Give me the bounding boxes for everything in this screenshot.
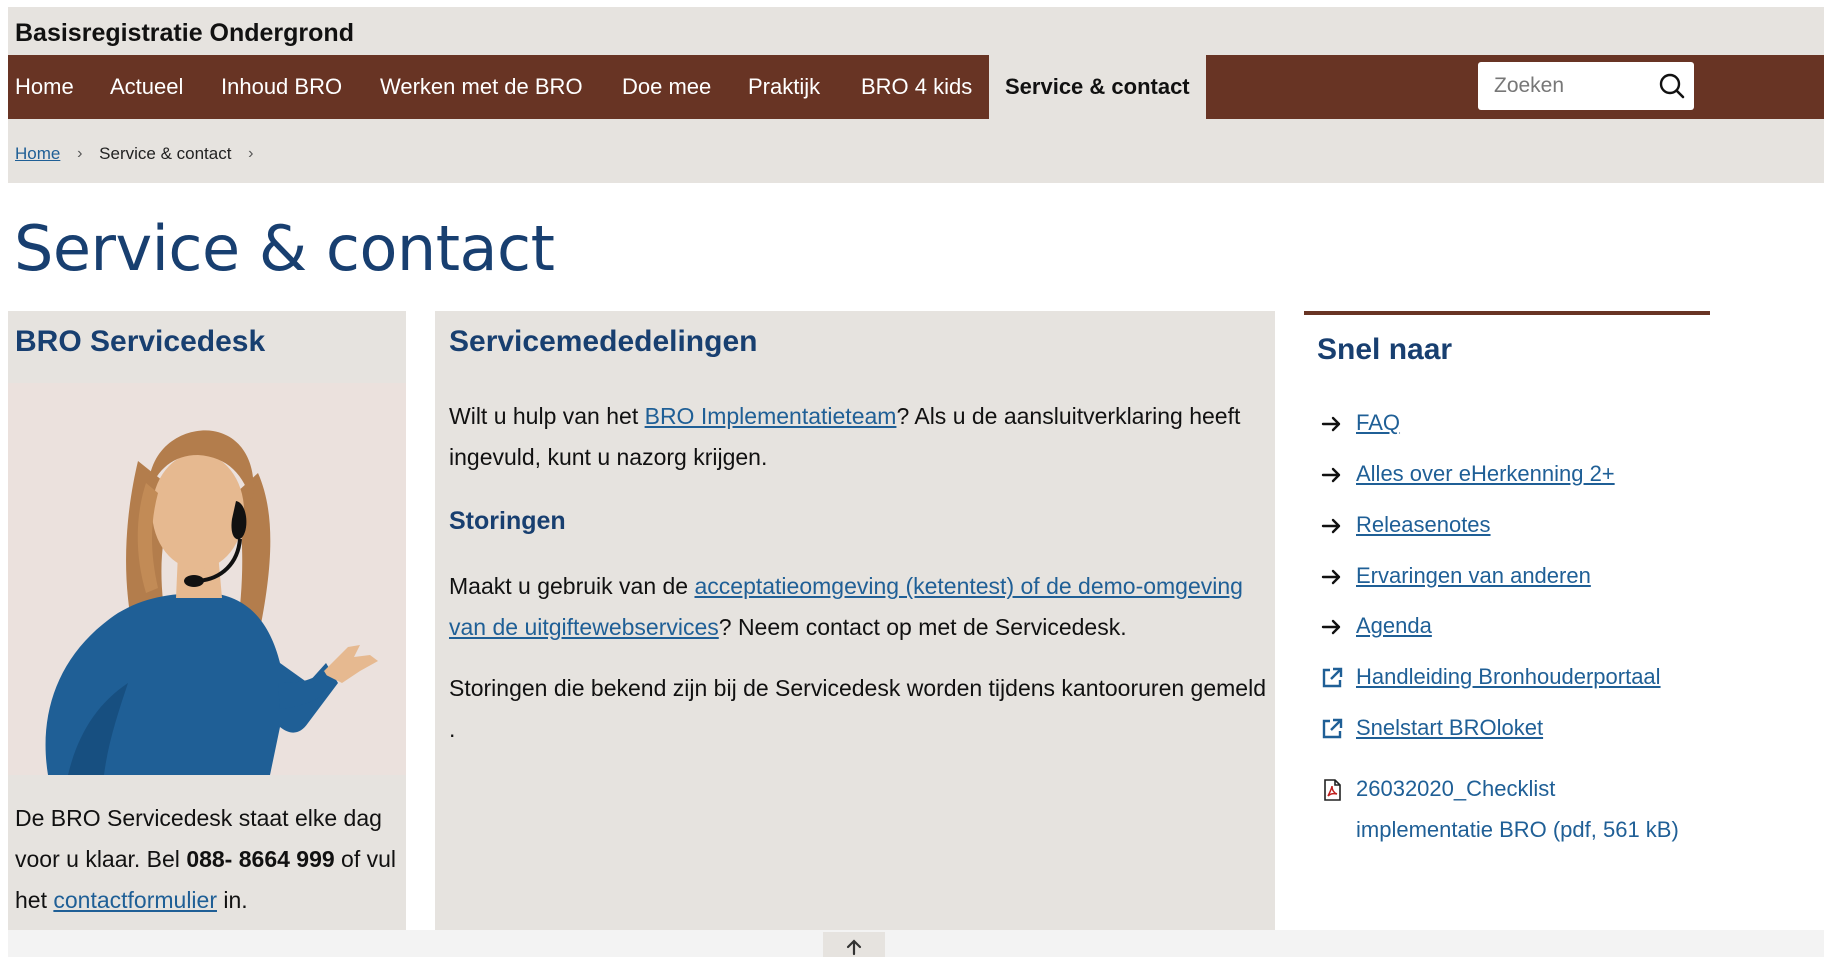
storingen-note: Storingen die bekend zijn bij de Service… [449, 675, 1266, 742]
quick-link-label[interactable]: Alles over eHerkenning 2+ [1356, 453, 1615, 494]
quick-link-label[interactable]: 26032020_Checklist implementatie BRO (pd… [1356, 768, 1696, 850]
announcement-paragraph: Wilt u hulp van het BRO Implementatietea… [449, 396, 1269, 478]
servicedesk-text-part: in. [217, 887, 248, 913]
footer-strip [8, 930, 1824, 957]
announcement-text-part: Wilt u hulp van het [449, 403, 645, 429]
breadcrumb: Home › Service & contact › [15, 143, 266, 164]
search-button[interactable] [1656, 70, 1688, 102]
chevron-right-icon: › [77, 144, 83, 162]
search-icon [1659, 73, 1685, 99]
servicedesk-illustration [8, 383, 406, 775]
servicedesk-phone: 088- 8664 999 [186, 846, 335, 872]
site-title[interactable]: Basisregistratie Ondergrond [15, 19, 354, 48]
page-title: Service & contact [14, 212, 555, 285]
storingen-paragraph: Maakt u gebruik van de acceptatieomgevin… [449, 566, 1269, 648]
servicedesk-text: De BRO Servicedesk staat elke dag voor u… [15, 798, 405, 921]
quick-link-label[interactable]: Handleiding Bronhouderportaal [1356, 656, 1661, 697]
nav-item-inhoud-bro[interactable]: Inhoud BRO [221, 55, 342, 119]
external-link-icon [1322, 718, 1343, 739]
breadcrumb-current: Service & contact [99, 143, 232, 163]
nav-item-bro-4-kids[interactable]: BRO 4 kids [861, 55, 972, 119]
nav-item-home[interactable]: Home [15, 55, 74, 119]
arrow-right-icon [1321, 467, 1341, 483]
arrow-right-icon [1321, 416, 1341, 432]
arrow-right-icon [1321, 619, 1341, 635]
site-header: Basisregistratie Ondergrond Home Actueel… [8, 7, 1824, 183]
quick-links-panel: Snel naar FAQ Alles over eHerkenning 2+ … [1304, 311, 1710, 935]
external-link-icon [1322, 667, 1343, 688]
storingen-text-part: Maakt u gebruik van de [449, 573, 695, 599]
nav-item-actueel[interactable]: Actueel [110, 55, 183, 119]
chevron-right-icon: › [248, 144, 254, 162]
servicedesk-heading: BRO Servicedesk [15, 325, 266, 358]
servicedesk-card: BRO Servicedesk De BRO Servicedesk staat… [8, 311, 406, 941]
announcements-heading: Servicemededelingen [449, 325, 758, 358]
back-to-top-button[interactable] [823, 932, 885, 957]
quick-link-label[interactable]: Agenda [1356, 605, 1432, 646]
quick-links-heading: Snel naar [1317, 333, 1453, 366]
quick-link-label[interactable]: Ervaringen van anderen [1356, 555, 1591, 596]
pdf-icon [1324, 779, 1341, 801]
nav-item-praktijk[interactable]: Praktijk [748, 55, 820, 119]
quick-link-label[interactable]: Snelstart BROloket [1356, 707, 1543, 748]
storingen-heading: Storingen [449, 507, 566, 535]
nav-item-doe-mee[interactable]: Doe mee [622, 55, 711, 119]
quick-link-label[interactable]: Releasenotes [1356, 504, 1491, 545]
implementatieteam-link[interactable]: BRO Implementatieteam [645, 403, 897, 429]
storingen-text-part: ? Neem contact op met de Servicedesk. [718, 614, 1127, 640]
search-box [1478, 62, 1694, 110]
helpdesk-agent-illustration [45, 430, 378, 775]
nav-item-werken-met-de-bro[interactable]: Werken met de BRO [380, 55, 583, 119]
arrow-right-icon [1321, 518, 1341, 534]
contactformulier-link[interactable]: contactformulier [53, 887, 217, 913]
main-nav: Home Actueel Inhoud BRO Werken met de BR… [8, 55, 1824, 119]
arrow-right-icon [1321, 569, 1341, 585]
arrow-up-icon [846, 939, 862, 956]
announcements-card: Servicemededelingen Wilt u hulp van het … [435, 311, 1275, 941]
nav-item-service-contact[interactable]: Service & contact [989, 55, 1206, 119]
quick-link-label[interactable]: FAQ [1356, 402, 1400, 443]
breadcrumb-home[interactable]: Home [15, 144, 60, 164]
search-input[interactable] [1478, 62, 1664, 110]
